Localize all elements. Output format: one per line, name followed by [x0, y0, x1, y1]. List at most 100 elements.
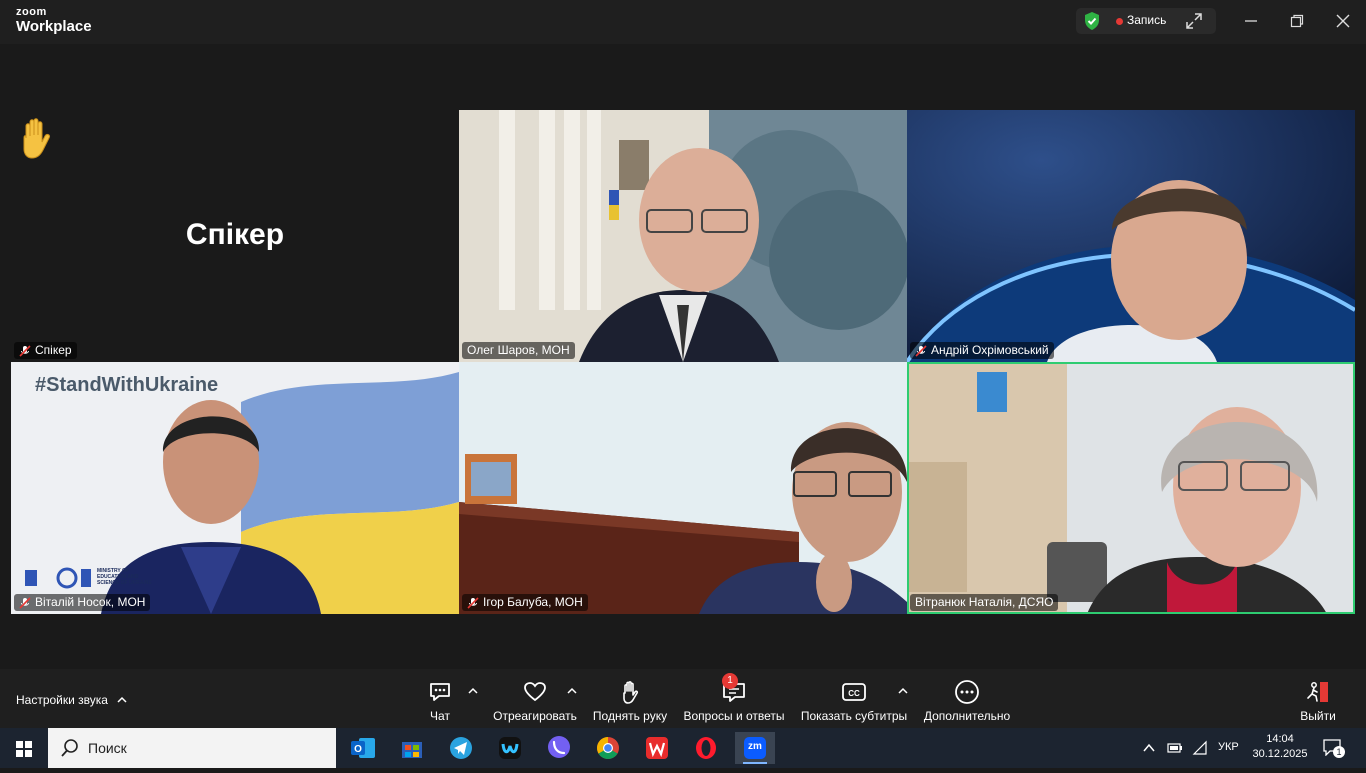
logo-line-2: Workplace: [16, 18, 92, 35]
participant-name: Вітранюк Наталія, ДСЯО: [915, 595, 1054, 609]
recording-label: Запись: [1127, 13, 1167, 27]
taskbar-viber-app[interactable]: [539, 732, 579, 764]
more-button[interactable]: Дополнительно: [922, 675, 1012, 725]
raised-hand-icon: [23, 118, 50, 159]
taskbar-outlook-app[interactable]: O: [343, 732, 383, 764]
network-icon[interactable]: [1192, 740, 1210, 756]
logo-line-1: zoom: [16, 6, 47, 18]
participant-video-tile[interactable]: #StandWithUkraine MINISTRY OF EDUCATION …: [11, 362, 459, 614]
speaker-video-tile[interactable]: Спікер Спікер: [11, 110, 459, 362]
chat-icon: [430, 683, 450, 701]
meeting-stage: Спікер Спікер Олег Шаров, МОН Андрій Охр…: [0, 44, 1366, 669]
webex-icon: [499, 737, 521, 759]
restore-icon: [1290, 14, 1304, 28]
chevron-up-icon: [117, 696, 127, 703]
taskbar-opera-app[interactable]: [686, 732, 726, 764]
chat-options-chevron-icon[interactable]: [468, 687, 478, 695]
notification-center-button[interactable]: 1: [1322, 738, 1346, 760]
meeting-controls-bar: Настройки звука Чат Отреагировать Поднят…: [0, 669, 1366, 728]
video-feed: [11, 362, 459, 614]
speaker-display-name: Спікер: [185, 218, 285, 251]
record-dot-icon: [1116, 18, 1123, 25]
clock-time: 14:04: [1266, 733, 1294, 745]
mic-muted-icon: [19, 596, 31, 609]
clock-date: 30.12.2025: [1252, 748, 1308, 760]
recording-indicator[interactable]: Запись: [1076, 8, 1216, 34]
more-dots-icon: [955, 680, 979, 704]
captions-options-chevron-icon[interactable]: [898, 687, 908, 695]
exit-icon: [1307, 682, 1328, 702]
battery-icon[interactable]: [1166, 740, 1184, 756]
telegram-icon: [450, 737, 472, 759]
taskbar-chrome-app[interactable]: [588, 732, 628, 764]
chevron-up-icon[interactable]: [1142, 742, 1156, 754]
active-speaker-video-tile[interactable]: Вітранюк Наталія, ДСЯО: [907, 362, 1355, 614]
close-button[interactable]: [1328, 8, 1358, 34]
participant-name-tag: Спікер: [14, 342, 77, 359]
raise-hand-label: Поднять руку: [592, 709, 668, 723]
taskbar-store-app[interactable]: [392, 732, 432, 764]
audio-settings-button[interactable]: Настройки звука: [16, 693, 127, 707]
stand-with-ukraine-overlay: #StandWithUkraine: [35, 374, 219, 396]
start-button[interactable]: [0, 728, 48, 768]
video-feed: [459, 110, 907, 362]
minimize-icon: [1245, 20, 1257, 22]
mic-muted-icon: [467, 596, 479, 609]
closed-captions-icon: CC: [842, 683, 866, 701]
svg-text:O: O: [354, 744, 362, 755]
leave-meeting-button[interactable]: Выйти: [1296, 675, 1340, 725]
taskbar-telegram-app[interactable]: [441, 732, 481, 764]
participant-name: Олег Шаров, МОН: [467, 343, 570, 357]
chrome-icon: [597, 737, 619, 759]
shield-check-icon[interactable]: [1082, 11, 1102, 31]
taskbar-clock[interactable]: 14:04 30.12.2025: [1250, 732, 1310, 762]
windows-taskbar: Поиск O zm УКР 14:04 30.12.2025 1: [0, 728, 1366, 768]
participant-name: Андрій Охрімовський: [931, 343, 1049, 357]
participant-video-tile[interactable]: Андрій Охрімовський: [907, 110, 1355, 362]
opera-icon: [696, 737, 716, 759]
ministry-logo-text: MINISTRY OF EDUCATION AND SCIENCE OF UKR…: [97, 568, 152, 586]
mic-muted-icon: [915, 344, 927, 357]
participant-name-tag: Вітранюк Наталія, ДСЯО: [910, 594, 1059, 611]
captions-label: Показать субтитры: [800, 709, 908, 723]
react-label: Отреагировать: [493, 709, 577, 723]
search-icon: [61, 739, 78, 757]
windows-logo-icon: [16, 741, 32, 757]
raise-hand-icon: [623, 681, 639, 704]
qa-button[interactable]: 1 Вопросы и ответы: [682, 673, 786, 725]
zoom-workplace-logo: zoom Workplace: [16, 6, 92, 35]
raise-hand-button[interactable]: Поднять руку: [590, 675, 670, 725]
notification-count: 1: [1333, 746, 1345, 758]
taskbar-wps-app[interactable]: [637, 732, 677, 764]
participant-name: Спікер: [35, 343, 72, 357]
taskbar-webex-app[interactable]: [490, 732, 530, 764]
store-bag-icon: [402, 742, 422, 758]
taskbar-search-input[interactable]: Поиск: [48, 728, 336, 768]
participant-name-tag: Віталій Носок, МОН: [14, 594, 151, 611]
audio-settings-label: Настройки звука: [16, 693, 108, 707]
qa-notification-badge: 1: [722, 673, 738, 689]
video-feed: [907, 110, 1355, 362]
input-language-indicator[interactable]: УКР: [1218, 741, 1239, 753]
search-placeholder: Поиск: [88, 740, 127, 756]
react-button[interactable]: Отреагировать: [490, 675, 580, 725]
wps-office-icon: [646, 737, 668, 759]
chat-button[interactable]: Чат: [420, 675, 460, 725]
video-feed: [907, 362, 1355, 614]
participant-video-tile[interactable]: Ігор Балуба, МОН: [459, 362, 907, 614]
participant-name: Ігор Балуба, МОН: [483, 595, 583, 609]
participant-name: Віталій Носок, МОН: [35, 595, 146, 609]
react-options-chevron-icon[interactable]: [567, 687, 577, 695]
participant-name-tag: Ігор Балуба, МОН: [462, 594, 588, 611]
expand-icon[interactable]: [1184, 11, 1204, 31]
taskbar-zoom-app[interactable]: zm: [735, 732, 775, 764]
participant-video-tile[interactable]: Олег Шаров, МОН: [459, 110, 907, 362]
minimize-button[interactable]: [1236, 8, 1266, 34]
leave-label: Выйти: [1300, 709, 1336, 723]
chat-label: Чат: [430, 709, 450, 723]
restore-button[interactable]: [1282, 8, 1312, 34]
show-captions-button[interactable]: CC Показать субтитры: [800, 675, 908, 725]
participant-name-tag: Олег Шаров, МОН: [462, 342, 575, 359]
more-label: Дополнительно: [923, 709, 1011, 723]
viber-icon: [548, 736, 570, 758]
